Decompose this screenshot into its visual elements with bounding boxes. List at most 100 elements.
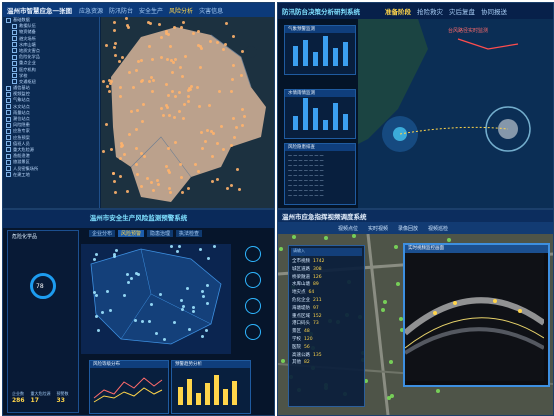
checkbox-icon[interactable] (12, 29, 17, 35)
panel2-tab-prepare[interactable]: 准备阶段 (382, 6, 414, 16)
toolbar-item-3[interactable]: 录像回放 (398, 225, 418, 232)
checkbox-icon[interactable] (6, 172, 11, 178)
map-marker-icon[interactable] (159, 106, 163, 110)
map-marker-icon[interactable] (219, 125, 223, 129)
map-marker-icon[interactable] (198, 248, 202, 252)
map-marker-icon[interactable] (390, 393, 395, 398)
checkbox-icon[interactable] (12, 36, 17, 42)
map-marker-icon[interactable] (243, 114, 247, 118)
quick-icon-1[interactable] (245, 246, 261, 262)
map-marker-icon[interactable] (201, 146, 205, 150)
map-marker-icon[interactable] (134, 163, 138, 167)
map-marker-icon[interactable] (113, 54, 117, 58)
map-marker-icon[interactable] (157, 22, 161, 26)
map-marker-icon[interactable] (211, 179, 215, 183)
map-marker-icon[interactable] (166, 57, 170, 61)
map-marker-icon[interactable] (168, 44, 172, 48)
quick-icon-3[interactable] (245, 298, 261, 314)
map-marker-icon[interactable] (193, 162, 197, 166)
toolbar-item-2[interactable]: 实时视频 (368, 225, 388, 232)
map-marker-icon[interactable] (119, 156, 123, 160)
map-marker-icon[interactable] (380, 307, 385, 312)
toolbar-item-4[interactable]: 视频巡检 (428, 225, 448, 232)
map-marker-icon[interactable] (224, 42, 228, 46)
map-marker-icon[interactable] (117, 59, 121, 63)
map-marker-icon[interactable] (291, 234, 296, 239)
map-marker-icon[interactable] (190, 84, 194, 88)
map-marker-icon[interactable] (177, 109, 181, 113)
checkbox-icon[interactable] (6, 116, 11, 122)
video-player[interactable]: 实时视频监控画面 (403, 243, 550, 387)
checkbox-icon[interactable] (12, 42, 17, 48)
map-marker-icon[interactable] (163, 337, 167, 341)
map-marker-icon[interactable] (118, 95, 122, 99)
video-tree-item[interactable]: 港口码头 73 (289, 320, 364, 328)
map-marker-icon[interactable] (108, 81, 112, 85)
video-tree-item[interactable]: 重点区域 152 (289, 313, 364, 321)
map-view[interactable] (101, 17, 274, 208)
checkbox-icon[interactable] (12, 79, 17, 85)
checkbox-icon[interactable] (12, 54, 17, 60)
map-marker-icon[interactable] (170, 89, 174, 93)
map-marker-icon[interactable] (134, 127, 138, 131)
map-marker-icon[interactable] (186, 94, 190, 98)
map-marker-icon[interactable] (128, 70, 132, 74)
map-marker-icon[interactable] (93, 257, 96, 261)
map-marker-icon[interactable] (200, 334, 204, 338)
map-marker-icon[interactable] (240, 50, 244, 54)
map-marker-icon[interactable] (197, 104, 201, 108)
map-marker-icon[interactable] (221, 147, 225, 151)
map-marker-icon[interactable] (112, 20, 116, 24)
checkbox-icon[interactable] (6, 85, 11, 91)
video-tree-item[interactable]: 水库山塘 89 (289, 281, 364, 289)
map-marker-icon[interactable] (104, 44, 108, 48)
panel3-tab-3[interactable]: 隐患治理 (147, 230, 174, 237)
panel3-tab-4[interactable]: 执法检查 (176, 230, 203, 237)
map-marker-icon[interactable] (218, 89, 222, 93)
map-marker-icon[interactable] (94, 315, 98, 319)
map-marker-icon[interactable] (126, 281, 130, 285)
map-marker-icon[interactable] (210, 154, 214, 158)
map-marker-icon[interactable] (166, 147, 170, 151)
checkbox-icon[interactable] (6, 104, 11, 110)
map-marker-icon[interactable] (119, 85, 123, 89)
quick-icon-4[interactable] (245, 324, 261, 340)
map-marker-icon[interactable] (135, 271, 139, 275)
toolbar-item-1[interactable]: 视频点位 (338, 225, 358, 232)
map-marker-icon[interactable] (180, 75, 184, 79)
video-tree-item[interactable]: 全市视频 1742 (289, 258, 364, 266)
map-marker-icon[interactable] (140, 319, 144, 323)
map-marker-icon[interactable] (142, 154, 146, 158)
checkbox-icon[interactable] (6, 147, 11, 153)
video-tree-item[interactable]: 景区 48 (289, 328, 364, 336)
map-marker-icon[interactable] (147, 45, 151, 49)
checkbox-icon[interactable] (6, 141, 11, 147)
panel1-tab-3[interactable]: 安全生产 (136, 6, 166, 15)
map-marker-icon[interactable] (166, 169, 170, 173)
map-marker-icon[interactable] (127, 132, 131, 136)
map-marker-icon[interactable] (230, 77, 234, 81)
checkbox-icon[interactable] (12, 60, 17, 66)
panel1-tab-1[interactable]: 应急资源 (76, 6, 106, 15)
video-tree-item[interactable]: 危化企业 211 (289, 297, 364, 305)
map-marker-icon[interactable] (126, 272, 129, 276)
map-marker-icon[interactable] (199, 46, 203, 50)
map-marker-icon[interactable] (241, 107, 245, 111)
panel2-tab-review[interactable]: 灾后复盘 (446, 6, 478, 16)
checkbox-icon[interactable] (6, 159, 11, 165)
map-marker-icon[interactable] (238, 187, 242, 191)
map-marker-icon[interactable] (229, 144, 233, 148)
map-marker-icon[interactable] (231, 63, 235, 67)
video-tree-item[interactable]: 地灾点 64 (289, 289, 364, 297)
ocean-map[interactable]: 台风路径实时监测 (358, 19, 553, 208)
checkbox-icon[interactable] (6, 97, 11, 103)
map-marker-icon[interactable] (182, 102, 186, 106)
map-marker-icon[interactable] (108, 308, 112, 312)
map-marker-icon[interactable] (149, 76, 153, 80)
panel3-tab-1[interactable]: 企业分布 (89, 230, 116, 237)
map-marker-icon[interactable] (205, 302, 209, 306)
map-marker-icon[interactable] (200, 290, 204, 294)
map-marker-icon[interactable] (171, 61, 175, 65)
map-marker-icon[interactable] (172, 321, 176, 325)
video-tree-item[interactable]: 海塘堤防 97 (289, 305, 364, 313)
